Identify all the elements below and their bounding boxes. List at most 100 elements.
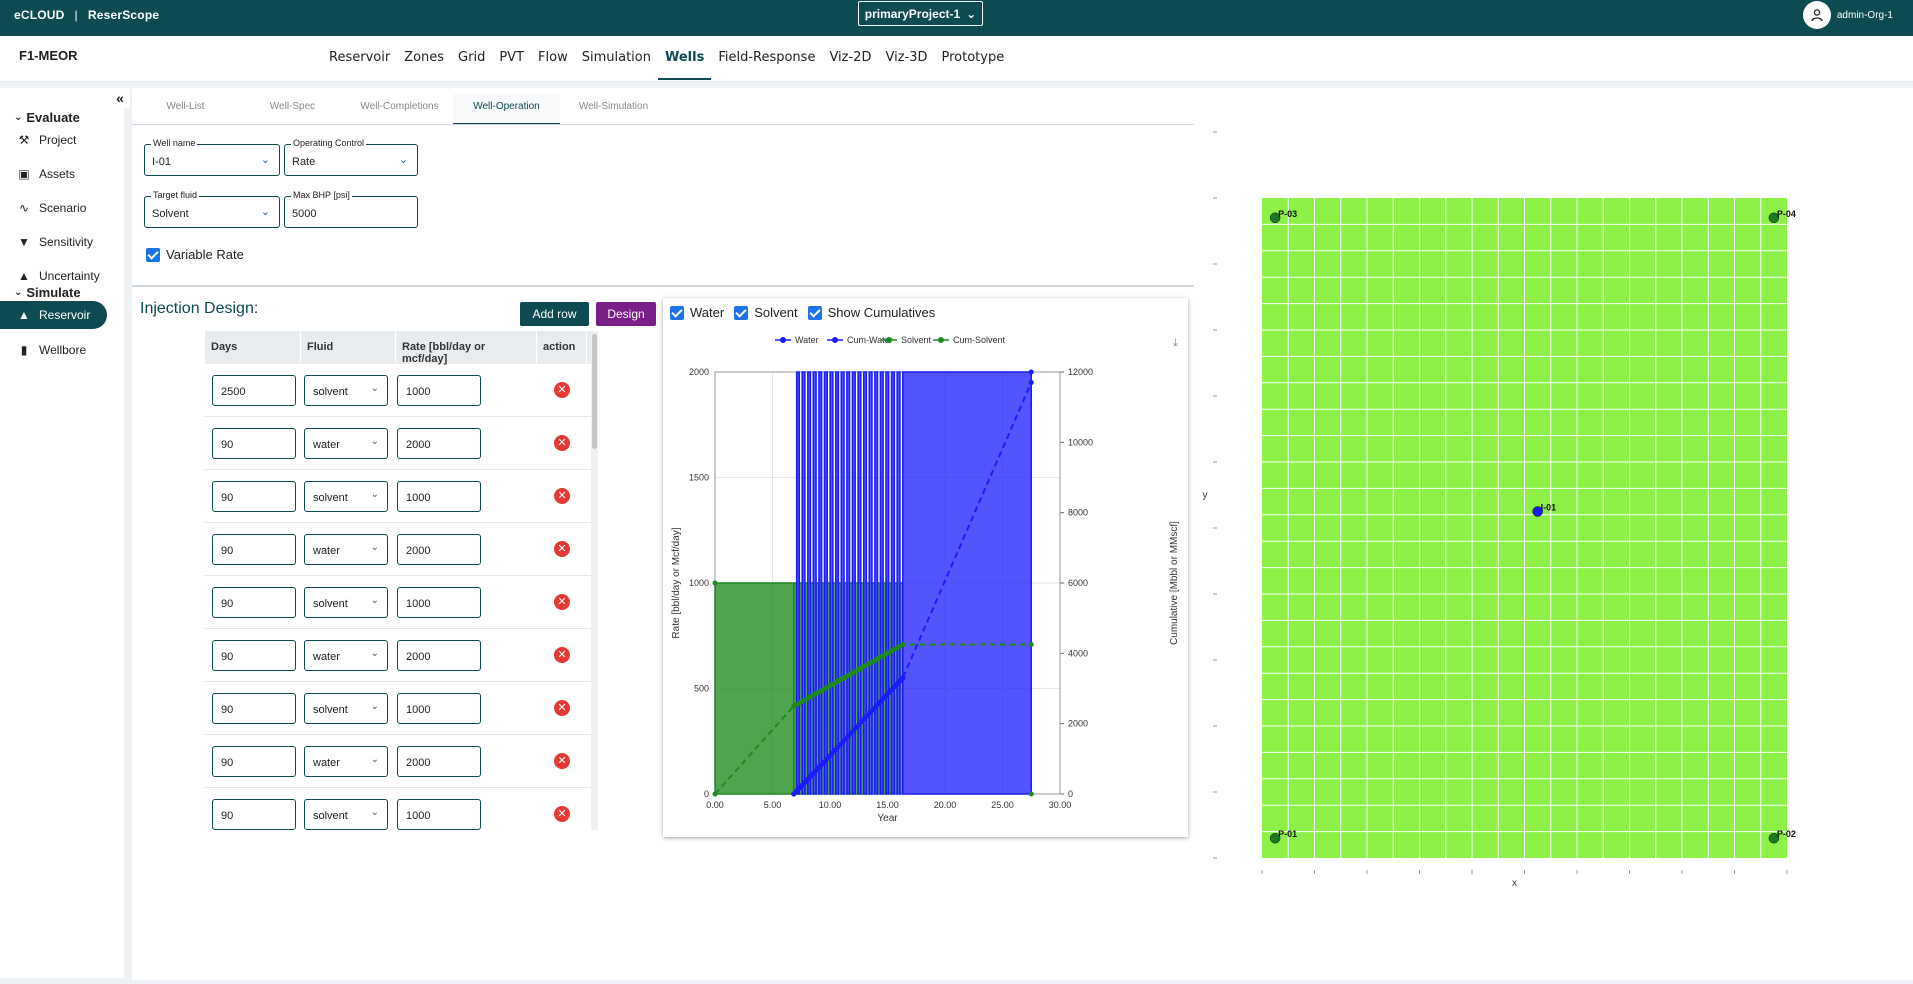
subtab-well-completions[interactable]: Well-Completions	[346, 94, 453, 124]
nav-tab-pvt[interactable]: PVT	[492, 50, 531, 80]
sidebar-item-scenario[interactable]: ∿ Scenario	[0, 194, 107, 222]
days-input[interactable]: 2500	[212, 374, 296, 406]
delete-row-icon[interactable]: ✕	[554, 753, 570, 769]
action-cell: ✕	[537, 647, 587, 663]
days-cell: 90	[205, 745, 301, 777]
sidebar-item-project[interactable]: ⚒ Project	[0, 126, 107, 154]
rate-input[interactable]: 2000	[397, 533, 481, 565]
sidebar-item-sensitivity[interactable]: ▼ Sensitivity	[0, 228, 107, 256]
action-cell: ✕	[537, 753, 587, 769]
fluid-select[interactable]: water ⌄	[304, 745, 388, 777]
fluid-select[interactable]: solvent ⌄	[304, 586, 388, 618]
nav-tab-simulation[interactable]: Simulation	[575, 50, 658, 80]
nav-tab-viz-3d[interactable]: Viz-3D	[878, 50, 934, 80]
days-input[interactable]: 90	[212, 639, 296, 671]
rate-input[interactable]: 2000	[397, 639, 481, 671]
subtab-well-operation[interactable]: Well-Operation	[453, 94, 560, 124]
chevron-down-icon: ⌄	[398, 154, 408, 166]
days-input[interactable]: 90	[212, 427, 296, 459]
rate-input[interactable]: 1000	[397, 480, 481, 512]
add-row-button[interactable]: Add row	[520, 302, 589, 326]
rate-input[interactable]: 1000	[397, 692, 481, 724]
days-input[interactable]: 90	[212, 586, 296, 618]
y-tick-label: 500	[694, 684, 709, 694]
max-bhp-input[interactable]: Max BHP [psi] 5000	[284, 190, 418, 228]
rate-input[interactable]: 1000	[397, 374, 481, 406]
cum-solvent-line-point	[900, 642, 906, 648]
sidebar-section-title: Simulate	[26, 285, 81, 300]
sidebar-item-label: Wellbore	[39, 343, 87, 357]
days-input[interactable]: 90	[212, 745, 296, 777]
solvent-checkbox[interactable]	[734, 305, 749, 320]
water-toggle[interactable]: Water	[670, 305, 724, 320]
delete-row-icon[interactable]: ✕	[554, 700, 570, 716]
fluid-select[interactable]: solvent ⌄	[304, 480, 388, 512]
target-fluid-select[interactable]: Target fluid Solvent ⌄	[144, 190, 280, 228]
delete-row-icon[interactable]: ✕	[554, 435, 570, 451]
fluid-cell: solvent ⌄	[301, 480, 396, 512]
fluid-select[interactable]: water ⌄	[304, 533, 388, 565]
cum-solvent-line-point	[1028, 642, 1034, 648]
days-input[interactable]: 90	[212, 798, 296, 830]
rate-input[interactable]: 2000	[397, 745, 481, 777]
legend-label[interactable]: Water	[795, 335, 819, 345]
subtab-well-spec[interactable]: Well-Spec	[239, 94, 346, 124]
rate-cell: 2000	[396, 533, 537, 565]
nav-tab-viz-2d[interactable]: Viz-2D	[822, 50, 878, 80]
sidebar-item-wellbore[interactable]: ▮ Wellbore	[0, 336, 107, 364]
sidebar-section-simulate[interactable]: ⌄ Simulate	[14, 285, 81, 300]
solvent-toggle[interactable]: Solvent	[734, 305, 798, 320]
delete-row-icon[interactable]: ✕	[554, 488, 570, 504]
variable-rate-checkbox[interactable]	[146, 247, 160, 262]
rate-input[interactable]: 2000	[397, 427, 481, 459]
delete-row-icon[interactable]: ✕	[554, 594, 570, 610]
nav-tab-flow[interactable]: Flow	[531, 50, 575, 80]
design-button[interactable]: Design	[596, 302, 656, 326]
fluid-select[interactable]: solvent ⌄	[304, 798, 388, 830]
sidebar-section-evaluate[interactable]: ⌄ Evaluate	[14, 110, 80, 125]
fluid-select[interactable]: water ⌄	[304, 639, 388, 671]
fluid-select[interactable]: solvent ⌄	[304, 692, 388, 724]
legend-label[interactable]: Cum-Solvent	[953, 335, 1006, 345]
nav-tab-grid[interactable]: Grid	[451, 50, 492, 80]
water-rate-bar	[795, 371, 801, 795]
nav-tab-wells[interactable]: Wells	[657, 50, 712, 80]
sidebar-item-reservoir[interactable]: ▲ Reservoir	[0, 301, 107, 329]
sidebar-item-assets[interactable]: ▣ Assets	[0, 160, 107, 188]
delete-row-icon[interactable]: ✕	[554, 541, 570, 557]
well-name-select[interactable]: Well name I-01 ⌄	[144, 138, 280, 176]
days-input[interactable]: 90	[212, 692, 296, 724]
subtab-well-list[interactable]: Well-List	[132, 94, 239, 124]
brand[interactable]: eCLOUD | ReserScope	[14, 8, 159, 22]
scrollbar-thumb[interactable]	[592, 334, 597, 449]
project-name: primaryProject-1	[864, 6, 961, 21]
nav-tab-zones[interactable]: Zones	[397, 50, 451, 80]
delete-row-icon[interactable]: ✕	[554, 806, 570, 822]
fluid-select[interactable]: water ⌄	[304, 427, 388, 459]
days-input[interactable]: 90	[212, 533, 296, 565]
operating-control-select[interactable]: Operating Control Rate ⌄	[284, 138, 418, 176]
nav-tab-field-response[interactable]: Field-Response	[711, 50, 822, 80]
water-rate-bar	[896, 371, 901, 795]
cumulatives-toggle[interactable]: Show Cumulatives	[807, 305, 935, 320]
table-scrollbar[interactable]	[591, 331, 598, 830]
cumulatives-checkbox[interactable]	[807, 305, 822, 320]
collapse-sidebar-icon[interactable]: «	[110, 88, 130, 108]
variable-rate-toggle[interactable]: Variable Rate	[146, 247, 244, 262]
water-rate-bar	[840, 371, 845, 795]
delete-row-icon[interactable]: ✕	[554, 647, 570, 663]
water-checkbox[interactable]	[670, 305, 684, 320]
delete-row-icon[interactable]: ✕	[554, 382, 570, 398]
user-menu[interactable]: admin-Org-1	[1802, 1, 1893, 29]
fluid-select[interactable]: solvent ⌄	[304, 374, 388, 406]
nav-tab-reservoir[interactable]: Reservoir	[322, 50, 397, 80]
subtab-well-simulation[interactable]: Well-Simulation	[560, 94, 667, 124]
download-icon[interactable]: ⤓	[1173, 337, 1178, 349]
nav-tab-prototype[interactable]: Prototype	[934, 50, 1011, 80]
rate-input[interactable]: 1000	[397, 798, 481, 830]
project-selector[interactable]: primaryProject-1 ⌄	[858, 1, 983, 26]
days-input[interactable]: 90	[212, 480, 296, 512]
water-rate-bar	[801, 371, 806, 795]
legend-label[interactable]: Solvent	[901, 335, 932, 345]
rate-input[interactable]: 1000	[397, 586, 481, 618]
